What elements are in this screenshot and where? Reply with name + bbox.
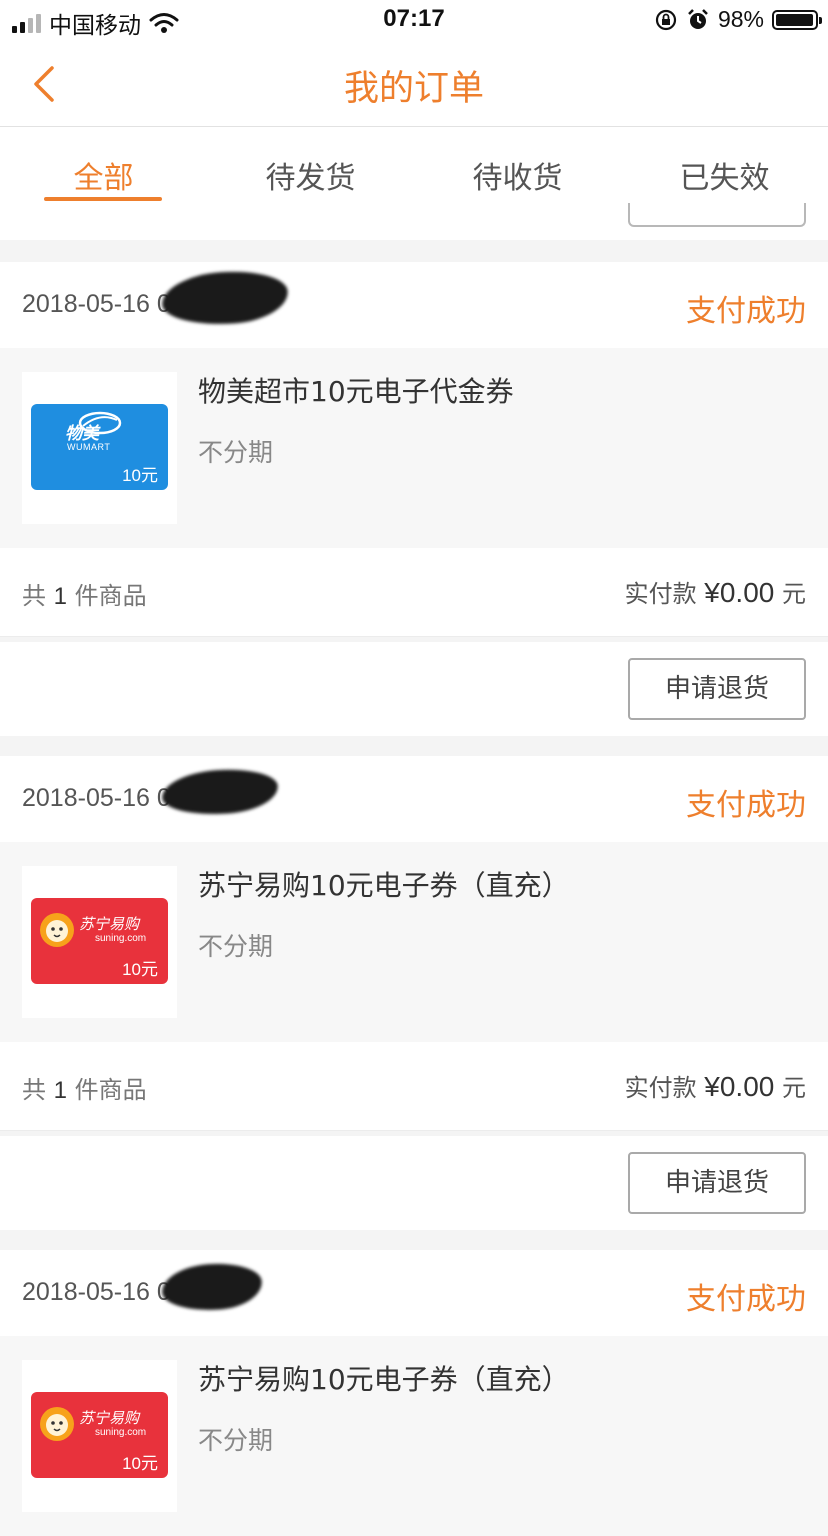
item-installment: 不分期 — [198, 1426, 274, 1455]
order-header: 2018-05-16 07:1 支付成功 — [0, 262, 828, 348]
order-actions: 申请退货 — [0, 642, 828, 736]
card-brand-sub: WUMART — [67, 442, 111, 452]
paid-total: 实付款 ¥0.00 元 — [624, 577, 806, 608]
card-brand: 苏宁易购 — [79, 1409, 140, 1427]
paid-total: 实付款 ¥0.00 元 — [624, 1071, 806, 1102]
alarm-icon — [688, 8, 708, 29]
tab-expired[interactable]: 已失效 — [621, 153, 828, 197]
order-status: 支付成功 — [686, 1282, 806, 1317]
rotation-lock-icon — [655, 9, 677, 30]
order-item[interactable]: 苏宁易购 suning.com 10元 苏宁易购10元电子券（直充） 不分期 — [0, 842, 828, 1042]
card-price: 10元 — [122, 1454, 158, 1473]
item-title: 苏宁易购10元电子券（直充） — [198, 869, 570, 902]
redaction-scribble — [160, 766, 280, 818]
order-summary: 共 1 件商品 实付款 ¥0.00 元 — [0, 548, 828, 637]
nav-bar: 我的订单 — [0, 40, 828, 127]
card-brand: 物美 — [65, 424, 99, 444]
refund-button[interactable]: 申请退货 — [628, 1152, 806, 1214]
battery-percent: 98% — [717, 6, 764, 32]
order-actions: 申请退货 — [0, 1136, 828, 1230]
card-price: 10元 — [122, 466, 158, 485]
status-right: 98% — [654, 6, 822, 33]
refund-button[interactable]: 申请退货 — [628, 658, 806, 720]
item-thumbnail: 物美 WUMART 10元 — [22, 372, 177, 524]
active-tab-indicator — [44, 197, 162, 201]
order-status: 支付成功 — [686, 788, 806, 823]
item-title: 物美超市10元电子代金券 — [198, 375, 514, 408]
item-installment: 不分期 — [198, 932, 274, 961]
suning-lion-icon — [40, 913, 74, 947]
order-tabs: 全部 待发货 待收货 已失效 — [0, 127, 828, 215]
previous-order-partial — [0, 203, 828, 240]
item-thumbnail: 苏宁易购 suning.com 10元 — [22, 1360, 177, 1512]
order-status: 支付成功 — [686, 294, 806, 329]
redaction-scribble — [160, 267, 290, 329]
battery-icon — [772, 9, 822, 30]
status-bar: 中国移动 07:17 98% — [0, 0, 828, 40]
item-title: 苏宁易购10元电子券（直充） — [198, 1363, 570, 1396]
order-item[interactable]: 物美 WUMART 10元 物美超市10元电子代金券 不分期 — [0, 348, 828, 548]
tab-to-receive[interactable]: 待收货 — [414, 153, 621, 197]
card-brand-sub: suning.com — [95, 933, 147, 944]
card-price: 10元 — [122, 960, 158, 979]
item-thumbnail: 苏宁易购 suning.com 10元 — [22, 866, 177, 1018]
previous-refund-button[interactable] — [628, 203, 806, 227]
suning-card-image: 苏宁易购 suning.com 10元 — [31, 898, 168, 984]
tab-to-ship[interactable]: 待发货 — [207, 153, 414, 197]
suning-lion-icon — [40, 1407, 74, 1441]
tab-all[interactable]: 全部 — [0, 153, 207, 197]
order-header: 2018-05-16 07:07:55 支付成功 — [0, 756, 828, 842]
item-installment: 不分期 — [198, 438, 274, 467]
order-header: 2018-05-16 07: 支付成功 — [0, 1250, 828, 1336]
order-item[interactable]: 苏宁易购 suning.com 10元 苏宁易购10元电子券（直充） 不分期 — [0, 1336, 828, 1536]
card-brand-sub: suning.com — [95, 1427, 147, 1438]
card-brand: 苏宁易购 — [79, 915, 140, 933]
wumart-card-image: 物美 WUMART 10元 — [31, 404, 168, 490]
page-title: 我的订单 — [343, 69, 484, 109]
item-count: 共 1 件商品 — [22, 582, 147, 610]
order-summary: 共 1 件商品 实付款 ¥0.00 元 — [0, 1042, 828, 1131]
item-count: 共 1 件商品 — [22, 1076, 147, 1104]
suning-card-image: 苏宁易购 suning.com 10元 — [31, 1392, 168, 1478]
